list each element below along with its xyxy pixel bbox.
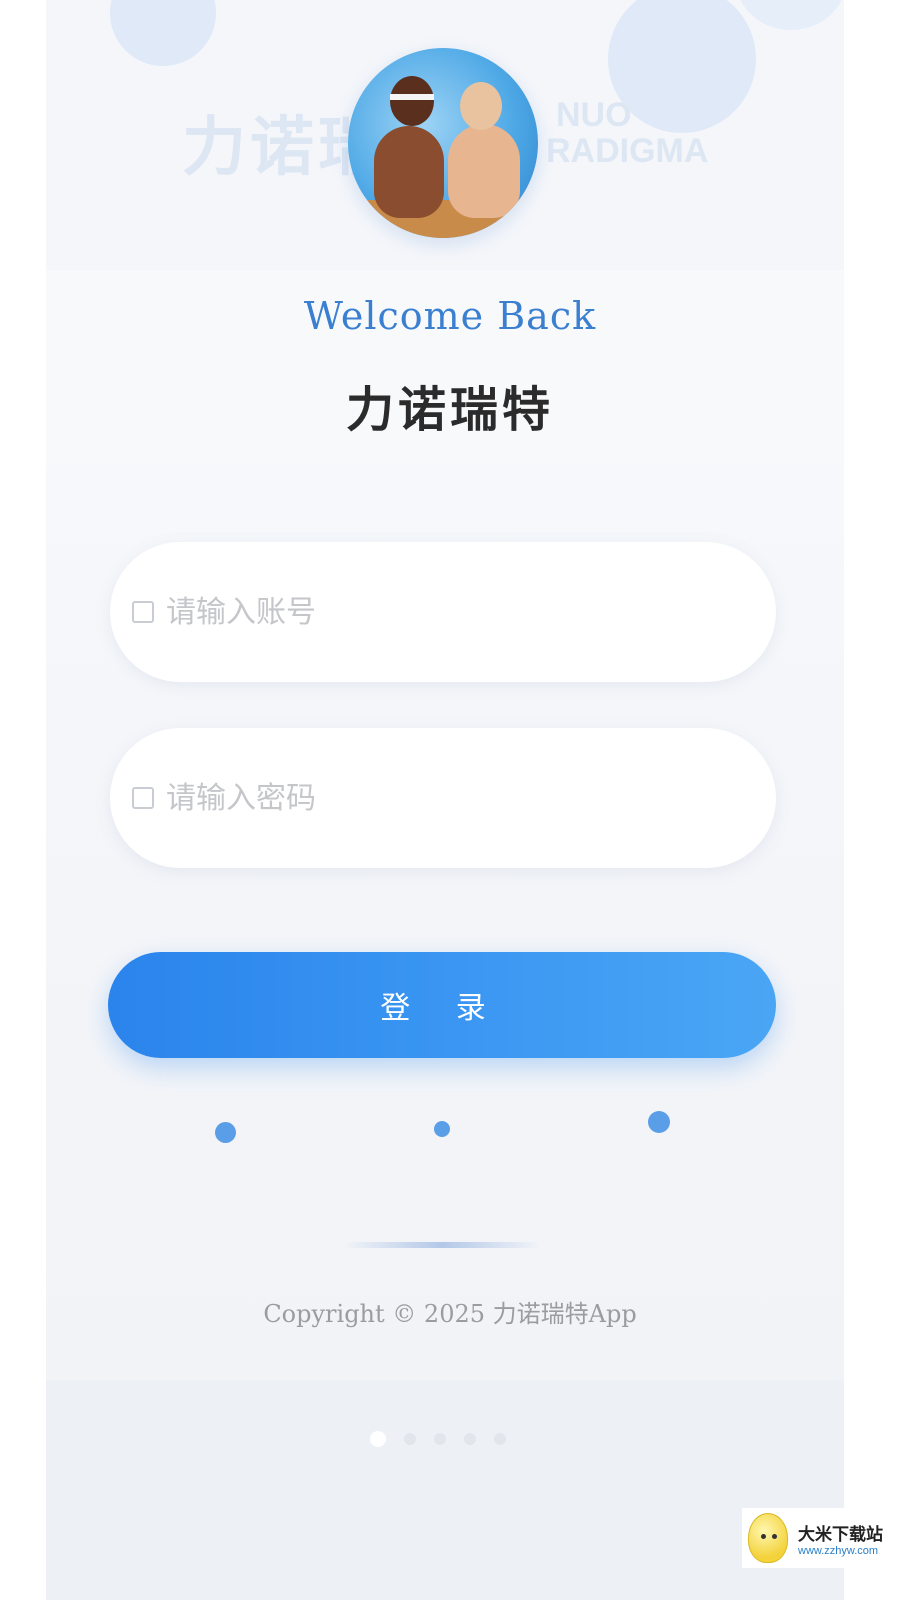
watermark-en-line2: RADIGMA: [546, 132, 709, 170]
left-margin: [0, 0, 46, 1600]
avatar-figure: [374, 126, 444, 218]
page-indicator: [370, 1431, 506, 1447]
avatar-head: [460, 82, 502, 130]
page-dot: [370, 1431, 386, 1447]
page-dot: [434, 1433, 446, 1445]
site-name: 大米下载站: [798, 1524, 883, 1545]
account-input[interactable]: [166, 594, 726, 630]
page-dot: [404, 1433, 416, 1445]
page-dot: [464, 1433, 476, 1445]
decor-dot: [648, 1111, 670, 1133]
account-field[interactable]: [110, 542, 776, 682]
footer-divider: [344, 1242, 540, 1248]
copyright-text: Copyright © 2025 力诺瑞特App: [263, 1300, 637, 1328]
password-input[interactable]: [166, 780, 726, 816]
site-badge: 大米下载站 www.zzhyw.com: [742, 1508, 900, 1568]
password-field[interactable]: [110, 728, 776, 868]
right-margin: [844, 0, 900, 1600]
mascot-icon: [748, 1513, 788, 1563]
login-button[interactable]: 登 录: [108, 952, 776, 1058]
page-title: 力诺瑞特: [345, 382, 554, 438]
password-icon: [132, 787, 154, 809]
site-url: www.zzhyw.com: [798, 1544, 879, 1557]
avatar-headband: [390, 94, 434, 100]
account-icon: [132, 601, 154, 623]
avatar: [348, 48, 538, 238]
avatar-figure: [448, 124, 520, 218]
bottom-band: [46, 1380, 844, 1600]
welcome-text: Welcome Back: [303, 294, 597, 338]
avatar-head: [390, 76, 434, 126]
decor-dot: [215, 1122, 236, 1143]
page-dot: [494, 1433, 506, 1445]
decor-dot: [434, 1121, 450, 1137]
watermark-en-line1: NUO: [556, 96, 632, 134]
